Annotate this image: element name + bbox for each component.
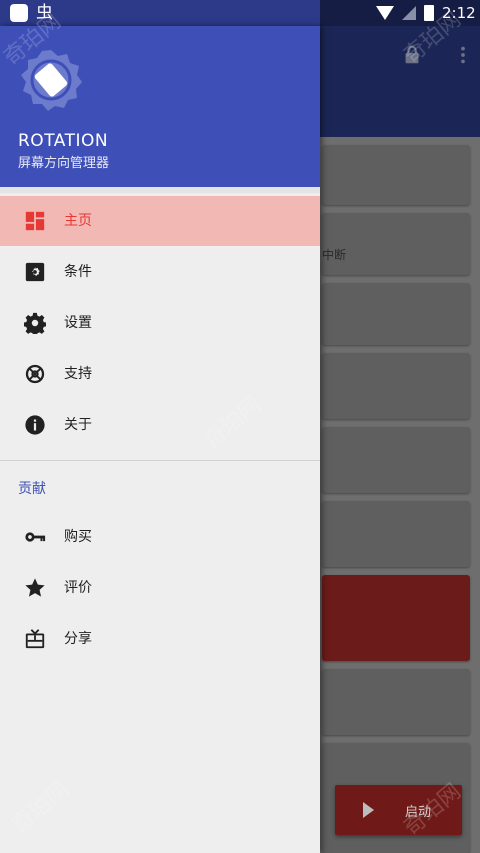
- menu-item-home[interactable]: 主页: [0, 196, 320, 246]
- conditions-icon: [25, 262, 45, 282]
- menu-item-label: 主页: [64, 213, 92, 229]
- section-title-contribute: 贡献: [18, 481, 46, 497]
- app-logo-icon: [21, 50, 82, 111]
- background-card: [322, 427, 470, 493]
- menu-item-label: 评价: [64, 580, 92, 596]
- section-divider: [0, 460, 320, 461]
- gear-icon: [24, 312, 46, 334]
- dashboard-icon: [25, 211, 45, 231]
- battery-icon: [424, 5, 434, 21]
- menu-item-rate[interactable]: 评价: [0, 563, 320, 613]
- menu-item-label: 关于: [64, 417, 92, 433]
- background-card: [322, 669, 470, 735]
- background-card-highlighted: [322, 575, 470, 661]
- drawer-header-divider: [0, 187, 320, 193]
- status-time: 2:12: [442, 4, 476, 22]
- wifi-icon: [376, 6, 394, 20]
- menu-item-share[interactable]: 分享: [0, 614, 320, 664]
- menu-item-label: 设置: [64, 315, 92, 331]
- play-icon: [363, 802, 374, 818]
- status-bar: 虫 2:12: [0, 0, 480, 26]
- drawer-app-name: ROTATION: [18, 131, 109, 151]
- menu-item-conditions[interactable]: 条件: [0, 247, 320, 297]
- background-card: [322, 145, 470, 205]
- lock-icon[interactable]: [401, 44, 423, 66]
- menu-item-about[interactable]: 关于: [0, 400, 320, 450]
- menu-item-settings[interactable]: 设置: [0, 298, 320, 348]
- menu-item-support[interactable]: 支持: [0, 349, 320, 399]
- start-button-label: 启动: [405, 805, 432, 820]
- signal-icon: [402, 6, 416, 20]
- star-icon: [25, 578, 45, 597]
- menu-item-purchase[interactable]: 购买: [0, 512, 320, 562]
- gift-icon: [25, 629, 45, 649]
- navigation-drawer: ROTATION 屏幕方向管理器 主页 条件 设置 支持 关于 贡献 购买 评价…: [0, 26, 320, 853]
- info-icon: [25, 415, 45, 435]
- background-card: [322, 501, 470, 567]
- notification-bug-icon: 虫: [36, 3, 53, 23]
- start-button[interactable]: 启动: [335, 785, 462, 835]
- menu-item-label: 支持: [64, 366, 92, 382]
- drawer-header: ROTATION 屏幕方向管理器: [0, 26, 320, 187]
- lifebuoy-icon: [25, 364, 45, 384]
- menu-item-label: 条件: [64, 264, 92, 280]
- key-icon: [25, 532, 46, 542]
- menu-item-label: 分享: [64, 631, 92, 647]
- notification-app-icon: [10, 4, 28, 22]
- more-options-icon[interactable]: [452, 44, 474, 66]
- background-card: 中断: [322, 213, 470, 275]
- drawer-app-subtitle: 屏幕方向管理器: [18, 156, 110, 171]
- background-card-text: 中断: [322, 248, 347, 262]
- menu-item-label: 购买: [64, 529, 92, 545]
- background-card: [322, 353, 470, 419]
- background-card: [322, 283, 470, 345]
